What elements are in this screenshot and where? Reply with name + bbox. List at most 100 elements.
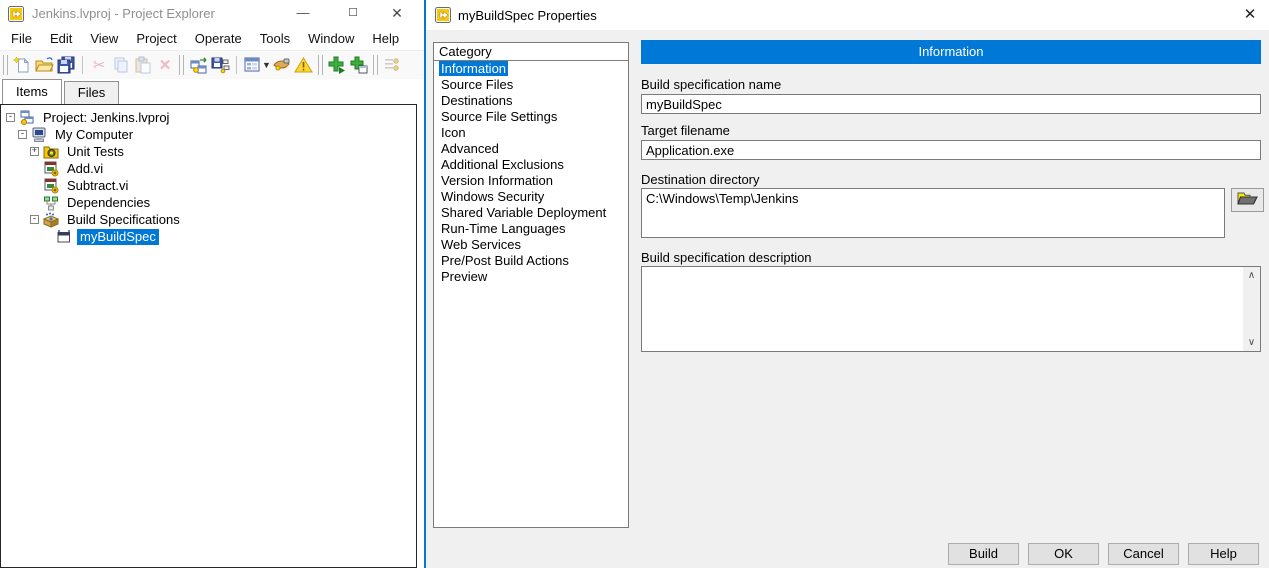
category-item-preview[interactable]: Preview <box>434 269 628 285</box>
cancel-button[interactable]: Cancel <box>1108 543 1179 565</box>
tree-label[interactable]: myBuildSpec <box>77 229 159 245</box>
build-spec-item-icon <box>56 229 72 245</box>
project-tree: - Project: Jenkins.lvproj - My Computer … <box>0 104 417 568</box>
tree-label[interactable]: Project: Jenkins.lvproj <box>40 110 172 126</box>
tree-row-project[interactable]: - Project: Jenkins.lvproj <box>1 109 416 126</box>
close-button[interactable]: ✕ <box>384 3 410 23</box>
maximize-button[interactable]: ☐ <box>340 3 366 23</box>
menu-project[interactable]: Project <box>127 29 185 48</box>
category-item-additional-exclusions[interactable]: Additional Exclusions <box>434 157 628 173</box>
tree-label[interactable]: Add.vi <box>64 161 106 177</box>
expand-icon[interactable]: + <box>30 147 39 156</box>
screen: Jenkins.lvproj - Project Explorer — ☐ ✕ … <box>0 0 1269 568</box>
category-item-pre-post-build-actions[interactable]: Pre/Post Build Actions <box>434 253 628 269</box>
close-icon[interactable]: ✕ <box>1240 5 1260 25</box>
tree-row-add-vi[interactable]: Add.vi <box>1 160 416 177</box>
tools-hand-icon[interactable] <box>271 54 293 76</box>
scroll-down-icon[interactable]: ∨ <box>1243 334 1260 351</box>
category-item-shared-variable-deployment[interactable]: Shared Variable Deployment <box>434 205 628 221</box>
category-item-windows-security[interactable]: Windows Security <box>434 189 628 205</box>
tree-label[interactable]: Unit Tests <box>64 144 127 160</box>
properties-dialog: myBuildSpec Properties ✕ Category Inform… <box>424 0 1269 568</box>
category-item-icon[interactable]: Icon <box>434 125 628 141</box>
toolbar-separator <box>318 55 323 75</box>
folder-icon <box>43 144 59 160</box>
category-item-run-time-languages[interactable]: Run-Time Languages <box>434 221 628 237</box>
tree-row-my-computer[interactable]: - My Computer <box>1 126 416 143</box>
save-all-icon[interactable] <box>55 54 77 76</box>
explorer-titlebar: Jenkins.lvproj - Project Explorer — ☐ ✕ <box>0 0 424 27</box>
tree-row-mybuildspec[interactable]: myBuildSpec <box>1 228 416 245</box>
destination-directory-input[interactable]: C:\Windows\Temp\Jenkins <box>641 188 1225 238</box>
category-item-source-file-settings[interactable]: Source File Settings <box>434 109 628 125</box>
tree-label[interactable]: Subtract.vi <box>64 178 131 194</box>
category-item-information[interactable]: Information <box>434 61 628 77</box>
description-input[interactable]: ∧ ∨ <box>641 266 1261 352</box>
dialog-titlebar: myBuildSpec Properties ✕ <box>426 0 1269 30</box>
help-button[interactable]: Help <box>1188 543 1259 565</box>
collapse-icon[interactable]: - <box>30 215 39 224</box>
view-columns-icon[interactable] <box>242 54 264 76</box>
toolbar-separator <box>236 56 237 74</box>
browse-folder-button[interactable] <box>1231 188 1264 212</box>
menu-file[interactable]: File <box>2 29 41 48</box>
target-filename-input[interactable] <box>641 140 1261 160</box>
target-filename-label: Target filename <box>641 123 730 138</box>
delete-icon[interactable]: ✕ <box>154 54 176 76</box>
scroll-up-icon[interactable]: ∧ <box>1243 267 1260 284</box>
add-target-icon[interactable] <box>348 54 370 76</box>
view-columns-dropdown-icon[interactable]: ▼ <box>262 60 271 70</box>
menu-help[interactable]: Help <box>363 29 408 48</box>
tree-row-unit-tests[interactable]: + Unit Tests <box>1 143 416 160</box>
category-listbox: Category Information Source Files Destin… <box>433 42 629 528</box>
build-button[interactable]: Build <box>948 543 1019 565</box>
tab-items[interactable]: Items <box>2 79 62 104</box>
category-header: Category <box>434 43 628 61</box>
panel-header: Information <box>641 40 1261 64</box>
reorder-icon[interactable] <box>381 54 403 76</box>
menu-tools[interactable]: Tools <box>251 29 299 48</box>
expander-spacer <box>30 164 39 173</box>
menu-edit[interactable]: Edit <box>41 29 81 48</box>
category-item-source-files[interactable]: Source Files <box>434 77 628 93</box>
category-item-version-information[interactable]: Version Information <box>434 173 628 189</box>
dependencies-icon <box>43 195 59 211</box>
toolbar-separator <box>179 55 184 75</box>
expander-spacer <box>30 181 39 190</box>
ok-button[interactable]: OK <box>1028 543 1099 565</box>
menu-operate[interactable]: Operate <box>186 29 251 48</box>
open-folder-icon[interactable] <box>33 54 55 76</box>
collapse-icon[interactable]: - <box>18 130 27 139</box>
minimize-button[interactable]: — <box>290 3 316 23</box>
tree-row-build-specifications[interactable]: - Build Specifications <box>1 211 416 228</box>
vi-icon <box>43 161 59 177</box>
tree-label[interactable]: Build Specifications <box>64 212 183 228</box>
new-file-icon[interactable] <box>11 54 33 76</box>
toolbar-separator <box>3 55 8 75</box>
tree-label[interactable]: My Computer <box>52 127 136 143</box>
project-icon <box>19 110 35 126</box>
cut-icon[interactable]: ✂ <box>88 54 110 76</box>
warning-icon[interactable] <box>293 54 315 76</box>
tree-row-subtract-vi[interactable]: Subtract.vi <box>1 177 416 194</box>
category-item-advanced[interactable]: Advanced <box>434 141 628 157</box>
add-item-icon[interactable] <box>326 54 348 76</box>
labview-logo-icon <box>8 6 24 22</box>
menu-view[interactable]: View <box>81 29 127 48</box>
toolbar-separator <box>82 56 83 74</box>
description-scrollbar[interactable]: ∧ ∨ <box>1243 267 1260 351</box>
expander-spacer <box>30 198 39 207</box>
menu-window[interactable]: Window <box>299 29 363 48</box>
tree-label[interactable]: Dependencies <box>64 195 153 211</box>
copy-icon[interactable] <box>110 54 132 76</box>
build-spec-name-input[interactable] <box>641 94 1261 114</box>
explorer-toolbar: ✂ ✕ ▼ <box>0 50 424 79</box>
edit-build-spec-icon[interactable] <box>187 54 209 76</box>
collapse-icon[interactable]: - <box>6 113 15 122</box>
tree-row-dependencies[interactable]: Dependencies <box>1 194 416 211</box>
tab-files[interactable]: Files <box>64 81 119 104</box>
category-item-web-services[interactable]: Web Services <box>434 237 628 253</box>
paste-icon[interactable] <box>132 54 154 76</box>
save-hierarchy-icon[interactable] <box>209 54 231 76</box>
category-item-destinations[interactable]: Destinations <box>434 93 628 109</box>
